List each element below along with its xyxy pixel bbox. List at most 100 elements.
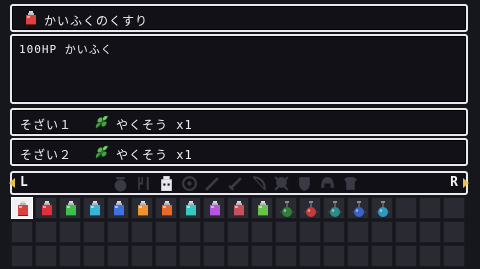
inventory-slot[interactable]	[395, 221, 417, 243]
inventory-slot[interactable]	[299, 221, 321, 243]
inventory-slot[interactable]	[11, 245, 33, 267]
green-potion-icon	[258, 201, 268, 216]
prev-category-button[interactable]: L	[20, 175, 28, 190]
inventory-slot[interactable]	[179, 245, 201, 267]
material-name: やくそう x1	[116, 148, 193, 162]
teal-potion-icon	[186, 201, 196, 216]
inventory-slot[interactable]	[227, 221, 249, 243]
inventory-slot[interactable]	[227, 197, 249, 219]
purple-potion-icon	[210, 201, 220, 216]
herb-icon	[95, 115, 109, 129]
material-name: やくそう x1	[116, 118, 193, 132]
round-flask-icon	[328, 201, 342, 217]
sword-icon[interactable]	[227, 175, 244, 192]
material-label: そざい１	[20, 118, 73, 132]
inventory-slot[interactable]	[323, 221, 345, 243]
orange-potion-icon	[138, 201, 148, 216]
inventory-slot[interactable]	[203, 221, 225, 243]
shield-icon[interactable]	[296, 175, 313, 192]
prev-category-arrow-icon[interactable]	[9, 178, 15, 188]
inventory-slot[interactable]	[347, 197, 369, 219]
skull-icon[interactable]	[273, 175, 290, 192]
inventory-slot[interactable]	[83, 221, 105, 243]
inventory-slot[interactable]	[251, 221, 273, 243]
material-row-2: そざい２ やくそう x1	[10, 138, 468, 166]
green-potion-icon	[66, 201, 76, 216]
inventory-slot[interactable]	[35, 221, 57, 243]
inventory-slot[interactable]	[395, 197, 417, 219]
category-bar: L R	[9, 171, 469, 195]
inventory-slot[interactable]	[59, 221, 81, 243]
inventory-slot[interactable]	[371, 197, 393, 219]
inventory-slot[interactable]	[419, 197, 441, 219]
next-category-arrow-icon[interactable]	[463, 178, 469, 188]
round-flask-icon	[352, 201, 366, 217]
inventory-slot[interactable]	[419, 245, 441, 267]
item-name: かいふくのくすり	[44, 14, 149, 28]
inventory-slot[interactable]	[395, 245, 417, 267]
inventory-slot[interactable]	[347, 245, 369, 267]
inventory-slot[interactable]	[443, 245, 465, 267]
herb-icon	[95, 145, 109, 159]
inventory-slot[interactable]	[299, 197, 321, 219]
inventory-slot[interactable]	[131, 245, 153, 267]
inventory-slot[interactable]	[59, 245, 81, 267]
inventory-slot[interactable]	[179, 221, 201, 243]
inventory-slot[interactable]	[131, 221, 153, 243]
red-potion-icon	[42, 201, 52, 216]
inventory-slot[interactable]	[419, 221, 441, 243]
inventory-slot[interactable]	[155, 221, 177, 243]
material-label: そざい２	[20, 148, 73, 162]
blue-potion-icon	[114, 201, 124, 216]
inventory-slot[interactable]	[83, 245, 105, 267]
pot-icon[interactable]	[112, 175, 129, 192]
inventory-grid	[10, 196, 466, 268]
next-category-button[interactable]: R	[450, 175, 458, 190]
inventory-slot[interactable]	[323, 197, 345, 219]
red-potion-icon	[234, 201, 244, 216]
round-flask-icon	[376, 201, 390, 217]
inventory-slot[interactable]	[443, 221, 465, 243]
inventory-slot[interactable]	[275, 245, 297, 267]
inventory-slot[interactable]	[155, 197, 177, 219]
inventory-slot[interactable]	[107, 245, 129, 267]
inventory-slot[interactable]	[35, 245, 57, 267]
inventory-slot[interactable]	[299, 245, 321, 267]
inventory-slot[interactable]	[251, 197, 273, 219]
inventory-slot[interactable]	[251, 245, 273, 267]
bow-icon[interactable]	[250, 175, 267, 192]
inventory-slot[interactable]	[131, 197, 153, 219]
inventory-slot[interactable]	[203, 197, 225, 219]
cyan-potion-icon	[90, 201, 100, 216]
round-flask-icon	[304, 201, 318, 217]
item-description-panel: 100HP かいふく	[10, 34, 468, 104]
inventory-slot[interactable]	[107, 197, 129, 219]
red-potion-icon	[18, 201, 28, 216]
ring-icon[interactable]	[181, 175, 198, 192]
inventory-slot[interactable]	[275, 197, 297, 219]
inventory-slot[interactable]	[179, 197, 201, 219]
inventory-slot[interactable]	[155, 245, 177, 267]
inventory-slot[interactable]	[371, 245, 393, 267]
orange-potion-icon	[162, 201, 172, 216]
inventory-slot[interactable]	[35, 197, 57, 219]
inventory-slot[interactable]	[347, 221, 369, 243]
inventory-slot[interactable]	[371, 221, 393, 243]
inventory-slot[interactable]	[107, 221, 129, 243]
inventory-slot[interactable]	[443, 197, 465, 219]
wand-icon[interactable]	[204, 175, 221, 192]
round-flask-icon	[280, 201, 294, 217]
helmet-icon[interactable]	[319, 175, 336, 192]
inventory-slot[interactable]	[203, 245, 225, 267]
inventory-slot[interactable]	[227, 245, 249, 267]
inventory-slot[interactable]	[323, 245, 345, 267]
inventory-slot[interactable]	[11, 197, 33, 219]
inventory-slot[interactable]	[275, 221, 297, 243]
armor-icon[interactable]	[342, 175, 359, 192]
inventory-slot[interactable]	[59, 197, 81, 219]
cutlery-icon[interactable]	[135, 175, 152, 192]
jar-icon[interactable]	[158, 175, 175, 192]
material-row-1: そざい１ やくそう x1	[10, 108, 468, 136]
inventory-slot[interactable]	[83, 197, 105, 219]
inventory-slot[interactable]	[11, 221, 33, 243]
